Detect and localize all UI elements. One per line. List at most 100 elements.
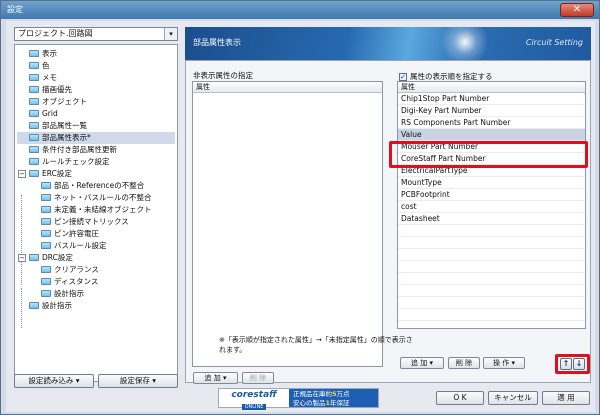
- arrow-up-icon: ↑: [562, 359, 570, 368]
- tree-item[interactable]: Grid: [29, 108, 58, 120]
- close-icon: ✕: [572, 4, 582, 15]
- ad-text-area: 正規品在庫約5万点 安心の製品1年保証: [289, 389, 378, 407]
- header-banner: 部品属性表示 Circuit Setting: [185, 27, 591, 60]
- apply-button[interactable]: 適 用: [542, 391, 590, 405]
- ad-online-label: ONLINE: [241, 404, 267, 410]
- page-title: 部品属性表示: [193, 38, 241, 47]
- list-item[interactable]: Digi-Key Part Number: [398, 105, 585, 117]
- folder-icon: [41, 278, 51, 285]
- list-item[interactable]: CoreStaff Part Number: [398, 153, 585, 165]
- display-operate-button[interactable]: 操 作 ▾: [483, 357, 525, 369]
- folder-icon: [41, 290, 51, 297]
- tree-item[interactable]: オブジェクト: [29, 96, 87, 108]
- move-down-button[interactable]: ↓: [573, 358, 585, 370]
- list-item: [398, 297, 585, 309]
- tree-item[interactable]: メモ: [29, 72, 57, 84]
- tree-item[interactable]: クリアランス: [41, 264, 99, 276]
- corestaff-ad-banner[interactable]: corestaff ONLINE 正規品在庫約5万点 安心の製品1年保証: [218, 388, 379, 410]
- list-item[interactable]: Chip1Stop Part Number: [398, 93, 585, 105]
- project-select[interactable]: プロジェクト.回路図 ▾: [14, 27, 178, 41]
- list-item: [398, 285, 585, 297]
- folder-icon: [41, 206, 51, 213]
- list-item[interactable]: cost: [398, 201, 585, 213]
- folder-icon: [41, 182, 51, 189]
- folder-icon: [41, 242, 51, 249]
- list-item: [398, 225, 585, 237]
- folder-icon: [29, 50, 39, 57]
- save-settings-button[interactable]: 設定保存 ▾: [98, 374, 178, 388]
- title-bar: 設定 ✕: [1, 1, 599, 19]
- collapse-icon[interactable]: −: [18, 170, 26, 178]
- cancel-button[interactable]: キャンセル: [488, 391, 538, 405]
- project-select-value: プロジェクト.回路図: [18, 29, 93, 38]
- tree-item[interactable]: 表示: [29, 48, 57, 60]
- tree-item[interactable]: ピン接続マトリックス: [41, 216, 129, 228]
- tree-item[interactable]: ピン許容電圧: [41, 228, 99, 240]
- list-item[interactable]: PCBFootprint: [398, 189, 585, 201]
- list-item[interactable]: ElectricalPartType: [398, 165, 585, 177]
- list-item[interactable]: MountType: [398, 177, 585, 189]
- tree-item[interactable]: 設計指示: [29, 300, 72, 312]
- folder-icon: [29, 170, 39, 177]
- hidden-list-title: 非表示属性の指定: [193, 71, 253, 80]
- banner-flare: [435, 27, 495, 60]
- order-note: ※「表示順が指定された属性」→「未指定属性」の順で表示されます。: [219, 336, 413, 354]
- tree-item[interactable]: 条件付き部品属性更新: [29, 144, 117, 156]
- folder-icon: [29, 158, 39, 165]
- tree-item[interactable]: ネット・バスルールの不整合: [41, 192, 152, 204]
- folder-icon: [29, 134, 39, 141]
- tree-item[interactable]: ルールチェック設定: [29, 156, 110, 168]
- ad-logo-area: corestaff ONLINE: [219, 389, 289, 410]
- hidden-add-button[interactable]: 追 加 ▾: [193, 372, 238, 384]
- list-item: [398, 309, 585, 321]
- corestaff-logo: corestaff: [231, 390, 277, 400]
- tree-item[interactable]: 色: [29, 60, 50, 72]
- folder-icon: [29, 98, 39, 105]
- window-title: 設定: [7, 5, 23, 14]
- list-item: [398, 249, 585, 261]
- tree-item-erc[interactable]: − ERC設定: [18, 168, 72, 180]
- folder-icon: [29, 86, 39, 93]
- hidden-delete-button[interactable]: 削 除: [242, 372, 274, 384]
- list-item[interactable]: RS Components Part Number: [398, 117, 585, 129]
- banner-subtitle: Circuit Setting: [525, 38, 583, 47]
- folder-icon: [41, 218, 51, 225]
- ad-line-2: 安心の製品1年保証: [293, 398, 350, 407]
- ad-line-1: 正規品在庫約5万点: [293, 390, 350, 398]
- folder-icon: [29, 122, 39, 129]
- display-add-button[interactable]: 追 加 ▾: [400, 357, 444, 369]
- tree-item-selected[interactable]: 部品属性表示*: [17, 132, 175, 144]
- ok-button[interactable]: O K: [436, 391, 484, 405]
- move-up-button[interactable]: ↑: [560, 358, 572, 370]
- tree-item[interactable]: 部品属性一覧: [29, 120, 87, 132]
- folder-icon: [41, 266, 51, 273]
- folder-icon: [29, 254, 39, 261]
- tree-item[interactable]: 部品・Referenceの不整合: [41, 180, 144, 192]
- close-button[interactable]: ✕: [560, 3, 594, 17]
- display-order-list[interactable]: 属性 Chip1Stop Part Number Digi-Key Part N…: [397, 81, 586, 329]
- tree-item[interactable]: 未定義・未結線オブジェクト: [41, 204, 152, 216]
- tree-item[interactable]: 描画優先: [29, 84, 72, 96]
- tree-item[interactable]: バスルール設定: [41, 240, 107, 252]
- tree-item[interactable]: 設計指示: [41, 288, 84, 300]
- folder-icon: [29, 302, 39, 309]
- collapse-icon[interactable]: −: [18, 254, 26, 262]
- folder-icon: [41, 230, 51, 237]
- settings-tree: 表示 色 メモ 描画優先 オブジェクト Grid 部品属性一覧 部品属性表示* …: [14, 44, 178, 382]
- hidden-attribute-list[interactable]: 属性: [192, 81, 383, 367]
- chevron-down-icon[interactable]: ▾: [164, 28, 177, 40]
- hidden-list-header: 属性: [193, 82, 382, 93]
- list-item-selected[interactable]: Value: [398, 129, 585, 141]
- folder-icon: [29, 62, 39, 69]
- display-order-checkbox[interactable]: ✓: [399, 73, 407, 81]
- folder-icon: [29, 74, 39, 81]
- list-item[interactable]: Mouser Part Number: [398, 141, 585, 153]
- dialog-body: プロジェクト.回路図 ▾ 表示 色 メモ 描画優先 オブジェクト Grid 部品…: [6, 21, 595, 412]
- tree-item[interactable]: ディスタンス: [41, 276, 98, 288]
- tree-connector: [21, 195, 22, 285]
- tree-item-drc[interactable]: − DRC設定: [18, 252, 73, 264]
- load-settings-button[interactable]: 設定読み込み ▾: [14, 374, 94, 388]
- list-item: [398, 261, 585, 273]
- list-item[interactable]: Datasheet: [398, 213, 585, 225]
- display-delete-button[interactable]: 削 除: [448, 357, 480, 369]
